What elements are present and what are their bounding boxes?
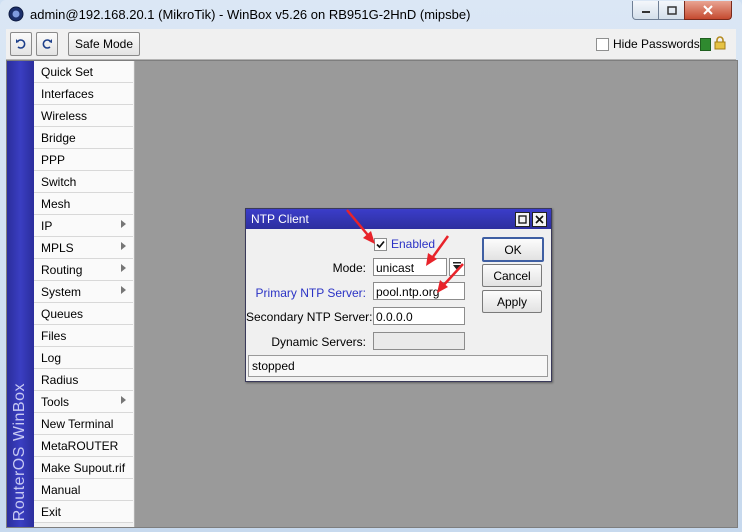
sidebar-item-switch[interactable]: Switch: [34, 171, 133, 193]
ok-button[interactable]: OK: [482, 237, 544, 262]
sidebar-item-label: Wireless: [41, 109, 88, 123]
sidebar-item-routing[interactable]: Routing: [34, 259, 133, 281]
sidebar-item-log[interactable]: Log: [34, 347, 133, 369]
brand-label: RouterOS WinBox: [11, 382, 28, 521]
sidebar-item-bridge[interactable]: Bridge: [34, 127, 133, 149]
status-text: stopped: [252, 359, 295, 373]
submenu-arrow-icon: [121, 264, 126, 272]
sidebar-item-label: Routing: [41, 263, 83, 277]
undo-icon: [16, 39, 26, 49]
sidebar-item-ip[interactable]: IP: [34, 215, 133, 237]
mode-dropdown-button[interactable]: [449, 258, 465, 276]
hide-passwords-checkbox[interactable]: [596, 38, 609, 51]
sidebar-item-label: Bridge: [41, 131, 76, 145]
maximize-icon: [518, 215, 527, 224]
sidebar-item-label: System: [41, 285, 82, 299]
sidebar-item-label: PPP: [41, 153, 66, 167]
primary-ntp-label: Primary NTP Server:: [255, 286, 366, 300]
sidebar-item-label: Mesh: [41, 197, 71, 211]
redo-button[interactable]: [36, 32, 58, 56]
sidebar-item-label: MPLS: [41, 241, 74, 255]
apply-button[interactable]: Apply: [482, 290, 542, 313]
submenu-arrow-icon: [121, 396, 126, 404]
safe-mode-button[interactable]: Safe Mode: [68, 32, 140, 56]
submenu-arrow-icon: [121, 242, 126, 250]
sidebar-item-radius[interactable]: Radius: [34, 369, 133, 391]
checkmark-icon: [376, 240, 385, 249]
undo-button[interactable]: [10, 32, 32, 56]
sidebar-item-label: Queues: [41, 307, 84, 321]
sidebar-menu: Quick Set Interfaces Wireless Bridge PPP Swit…: [34, 61, 135, 527]
sidebar-item-label: Interfaces: [41, 87, 94, 101]
sidebar-item-quick-set[interactable]: Quick Set: [34, 61, 133, 83]
sidebar-item-ppp[interactable]: PPP: [34, 149, 133, 171]
hide-passwords-label: Hide Passwords: [613, 37, 700, 51]
sidebar-item-label: Manual: [41, 483, 81, 497]
chevron-down-icon: [453, 262, 461, 270]
cancel-button[interactable]: Cancel: [482, 264, 542, 287]
sidebar-item-files[interactable]: Files: [34, 325, 133, 347]
sidebar-item-tools[interactable]: Tools: [34, 391, 133, 413]
sidebar-item-label: Make Supout.rif: [41, 461, 126, 475]
ntp-client-dialog: NTP Client Enabled Mode: unicast Primary…: [245, 208, 552, 382]
enabled-label: Enabled: [391, 237, 436, 251]
sidebar-item-interfaces[interactable]: Interfaces: [34, 83, 133, 105]
title-bar[interactable]: admin@192.168.20.1 (MikroTik) - WinBox v…: [0, 0, 742, 28]
dialog-title-bar[interactable]: NTP Client: [246, 209, 551, 229]
sidebar-item-mesh[interactable]: Mesh: [34, 193, 133, 215]
minimize-icon: [642, 11, 650, 13]
sidebar-item-exit[interactable]: Exit: [34, 501, 133, 523]
secondary-ntp-field[interactable]: 0.0.0.0: [373, 307, 465, 325]
sidebar-item-label: Quick Set: [41, 65, 94, 79]
sidebar-item-label: Exit: [41, 505, 62, 519]
sidebar-item-wireless[interactable]: Wireless: [34, 105, 133, 127]
sidebar-item-label: Log: [41, 351, 62, 365]
primary-ntp-field[interactable]: pool.ntp.org: [373, 282, 465, 300]
status-bar: stopped: [248, 355, 548, 377]
sidebar-item-label: Tools: [41, 395, 70, 409]
close-icon: [703, 5, 713, 15]
sidebar-item-label: Files: [41, 329, 67, 343]
winbox-app-icon: [8, 6, 24, 22]
submenu-arrow-icon: [121, 220, 126, 228]
dynamic-servers-label: Dynamic Servers:: [271, 335, 366, 349]
sidebar-item-label: IP: [41, 219, 53, 233]
close-button[interactable]: [684, 1, 732, 20]
dialog-close-button[interactable]: [532, 212, 547, 227]
mode-select[interactable]: unicast: [373, 258, 447, 276]
sidebar-item-label: MetaROUTER: [41, 439, 119, 453]
mode-label: Mode:: [332, 261, 366, 275]
sidebar-item-system[interactable]: System: [34, 281, 133, 303]
maximize-icon: [667, 5, 677, 15]
sidebar-item-metarouter[interactable]: MetaROUTER: [34, 435, 133, 457]
maximize-button[interactable]: [658, 1, 686, 20]
submenu-arrow-icon: [121, 286, 126, 294]
sidebar-item-make-supout-rif[interactable]: Make Supout.rif: [34, 457, 133, 479]
enabled-checkbox[interactable]: [374, 238, 387, 251]
sidebar-item-label: New Terminal: [41, 417, 114, 431]
dialog-title: NTP Client: [251, 212, 309, 226]
sidebar-item-queues[interactable]: Queues: [34, 303, 133, 325]
dialog-maximize-button[interactable]: [515, 212, 530, 227]
lock-icon: [714, 36, 726, 50]
sidebar-item-new-terminal[interactable]: New Terminal: [34, 413, 133, 435]
sidebar-item-manual[interactable]: Manual: [34, 479, 133, 501]
dynamic-servers-field: [373, 332, 465, 350]
connection-status-indicator: [700, 38, 711, 51]
secondary-ntp-label: Secondary NTP Server:: [246, 310, 373, 324]
minimize-button[interactable]: [632, 1, 660, 20]
redo-icon: [42, 39, 52, 49]
sidebar-item-mpls[interactable]: MPLS: [34, 237, 133, 259]
close-icon: [535, 215, 544, 224]
window-title: admin@192.168.20.1 (MikroTik) - WinBox v…: [30, 7, 471, 22]
toolbar: Safe Mode Hide Passwords: [6, 29, 736, 60]
winbox-brand-bar: RouterOS WinBox: [7, 61, 34, 527]
sidebar-item-label: Radius: [41, 373, 79, 387]
sidebar-item-label: Switch: [41, 175, 77, 189]
